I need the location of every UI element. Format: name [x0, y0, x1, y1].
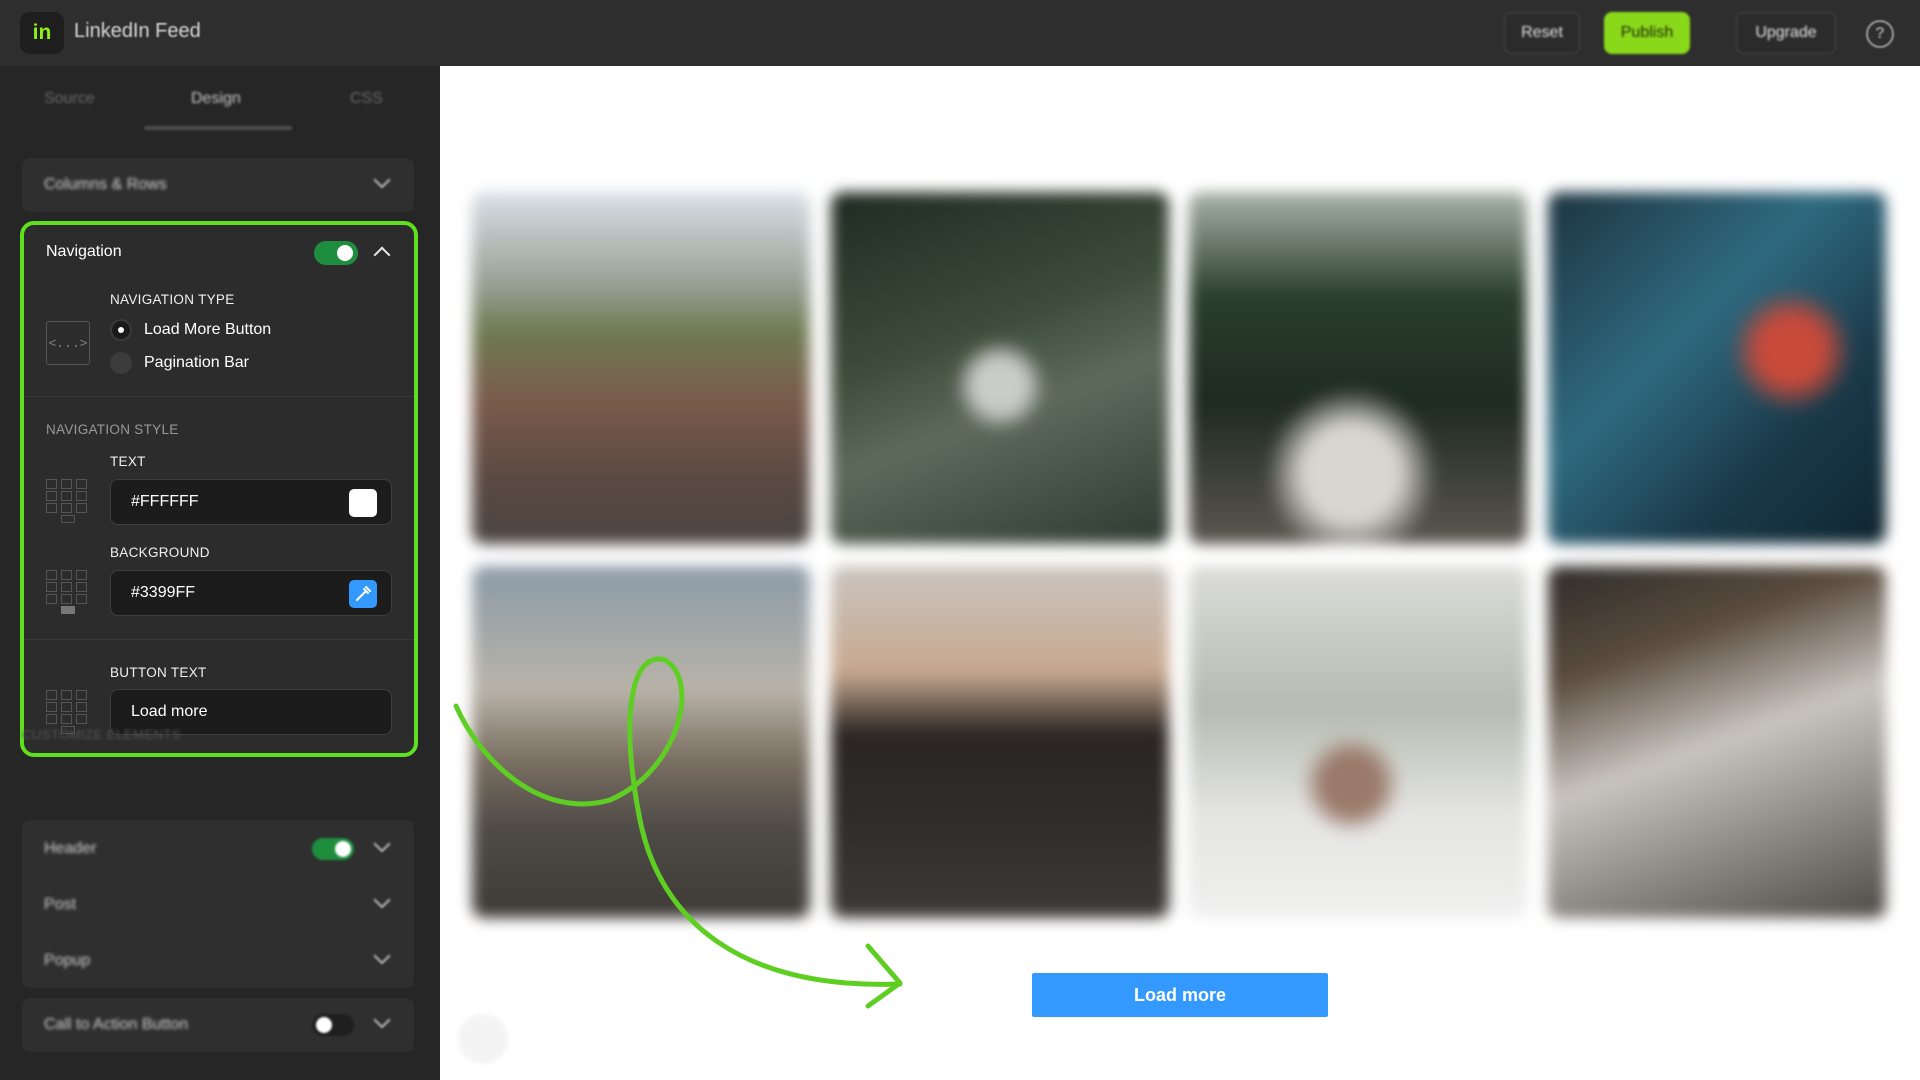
columns-rows-section[interactable]: Columns & Rows	[22, 158, 414, 212]
customize-elements-caption: CUSTOMIZE ELEMENTS	[22, 727, 182, 742]
help-icon[interactable]: ?	[1866, 20, 1894, 48]
background-color-field[interactable]: #3399FF	[110, 570, 392, 616]
navigation-toggle[interactable]	[314, 241, 358, 265]
navigation-style-caption: NAVIGATION STYLE	[46, 422, 179, 437]
eyedropper-icon[interactable]	[349, 580, 377, 608]
app-title: LinkedIn Feed	[74, 20, 201, 42]
background-color-caption: BACKGROUND	[110, 545, 210, 560]
customize-elements-group: Header Post Popup	[22, 820, 414, 988]
popup-element-label[interactable]: Popup	[44, 952, 90, 970]
code-icon: <...>	[46, 321, 90, 365]
load-more-radio[interactable]	[110, 319, 132, 341]
feed-photo-desert-road[interactable]	[831, 566, 1169, 918]
load-more-option-label[interactable]: Load More Button	[144, 321, 271, 339]
app-logo: in	[20, 12, 64, 54]
button-text-caption: BUTTON TEXT	[110, 665, 207, 680]
active-tab-indicator	[144, 126, 292, 130]
feed-photo-townhouses[interactable]	[472, 192, 810, 544]
toggle-knob	[335, 841, 351, 857]
text-color-value: #FFFFFF	[131, 493, 199, 510]
tab-source[interactable]: Source	[44, 90, 95, 108]
navigation-section: Navigation NAVIGATION TYPE <...> Load Mo…	[20, 221, 418, 757]
cta-section[interactable]: Call to Action Button	[22, 998, 414, 1052]
logo-text: in	[32, 21, 52, 44]
navigation-type-caption: NAVIGATION TYPE	[110, 292, 235, 307]
feed-photo-waterfall[interactable]	[831, 192, 1169, 544]
text-color-caption: TEXT	[110, 454, 146, 469]
navigation-title: Navigation	[46, 243, 122, 260]
text-style-icon	[46, 479, 90, 529]
chevron-down-icon[interactable]	[373, 947, 391, 965]
divider	[24, 396, 414, 397]
tab-css[interactable]: CSS	[350, 90, 383, 108]
text-color-swatch[interactable]	[349, 489, 377, 517]
top-bar: in LinkedIn Feed Reset Publish Upgrade ?	[0, 0, 1920, 66]
chevron-up-icon[interactable]	[373, 246, 391, 264]
upgrade-button[interactable]: Upgrade	[1736, 12, 1836, 54]
load-more-button[interactable]: Load more	[1032, 973, 1328, 1017]
publish-button[interactable]: Publish	[1604, 12, 1690, 54]
feed-photo-snow-monkey[interactable]	[1189, 566, 1527, 918]
toggle-knob	[337, 245, 353, 261]
cta-toggle[interactable]	[312, 1014, 354, 1036]
feed-photo-neon-street[interactable]	[1548, 192, 1886, 544]
reset-button[interactable]: Reset	[1504, 12, 1580, 54]
tab-design[interactable]: Design	[191, 90, 241, 108]
feed-photo-train-station[interactable]	[1548, 566, 1886, 918]
chevron-down-icon[interactable]	[373, 835, 391, 853]
background-style-icon	[46, 570, 90, 620]
chat-icon[interactable]	[458, 1014, 508, 1064]
chevron-down-icon[interactable]	[373, 891, 391, 909]
chevron-down-icon[interactable]	[373, 1011, 391, 1029]
post-element-label[interactable]: Post	[44, 896, 76, 914]
text-color-field[interactable]: #FFFFFF	[110, 479, 392, 525]
toggle-knob	[316, 1017, 332, 1033]
header-element-label[interactable]: Header	[44, 840, 96, 858]
pagination-option-label[interactable]: Pagination Bar	[144, 354, 249, 372]
header-toggle[interactable]	[312, 838, 354, 860]
chevron-down-icon	[373, 171, 391, 189]
pagination-radio[interactable]	[110, 352, 132, 374]
feed-photo-car-road[interactable]	[1189, 192, 1527, 544]
background-color-value: #3399FF	[131, 584, 196, 601]
columns-rows-label: Columns & Rows	[44, 176, 167, 193]
button-text-value: Load more	[131, 703, 208, 720]
feed-photo-sea-shore[interactable]	[472, 566, 810, 918]
divider	[24, 639, 414, 640]
cta-label: Call to Action Button	[44, 1016, 189, 1033]
